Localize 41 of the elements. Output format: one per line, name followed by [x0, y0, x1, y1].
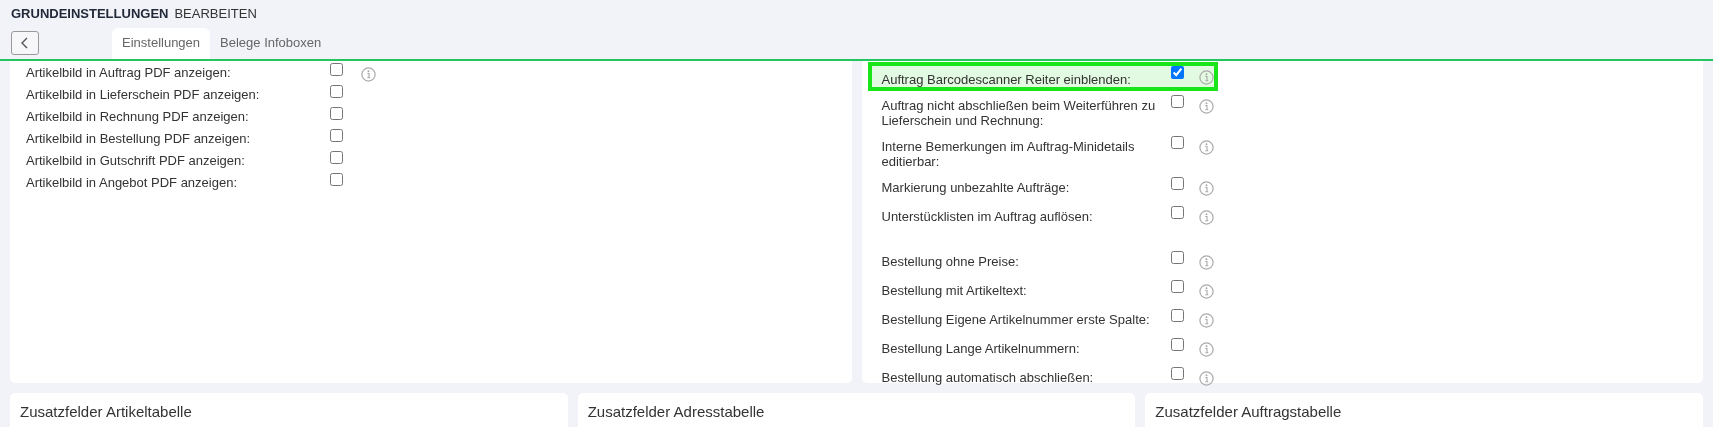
- setting-label: Bestellung mit Artikeltext:: [881, 282, 1028, 298]
- checkbox[interactable]: [1170, 367, 1184, 380]
- checkbox[interactable]: [330, 63, 343, 76]
- checkbox[interactable]: [330, 85, 343, 98]
- checkbox[interactable]: [1170, 309, 1184, 322]
- checkbox[interactable]: [1170, 177, 1184, 190]
- setting-label: Artikelbild in Gutschrift PDF anzeigen:: [26, 152, 246, 168]
- setting-label: Bestellung Lange Artikelnummern:: [881, 340, 1081, 356]
- setting-label: Artikelbild in Angebot PDF anzeigen:: [26, 174, 238, 190]
- checkbox[interactable]: [1170, 338, 1184, 351]
- setting-label: Bestellung ohne Preise:: [881, 253, 1020, 269]
- checkbox[interactable]: [1170, 95, 1184, 108]
- setting-label: Artikelbild in Bestellung PDF anzeigen:: [26, 130, 251, 146]
- tab[interactable]: Belege Infoboxen: [210, 28, 332, 59]
- page-subtitle: BEARBEITEN: [174, 6, 257, 21]
- setting-label: Markierung unbezahlte Aufträge:: [881, 179, 1071, 195]
- checkbox[interactable]: [330, 151, 343, 164]
- setting-label: Auftrag nicht abschließen beim Weiterführen zu Lieferschein und Rechnung:: [881, 97, 1157, 128]
- back-icon: [20, 36, 30, 50]
- card-title: Zusatzfelder Adresstabelle: [577, 393, 1136, 427]
- checkbox[interactable]: [330, 173, 343, 186]
- card-title: Zusatzfelder Auftragstabelle: [1145, 393, 1703, 427]
- checkbox[interactable]: [1170, 280, 1184, 293]
- setting-label: Interne Bemerkungen im Auftrag-Minidetails editierbar:: [881, 138, 1136, 169]
- setting-label: Artikelbild in Lieferschein PDF anzeigen:: [26, 86, 261, 102]
- checkbox[interactable]: [1170, 206, 1184, 219]
- setting-label: Artikelbild in Rechnung PDF anzeigen:: [26, 108, 250, 124]
- setting-label: Auftrag Barcodescanner Reiter einblenden:: [881, 71, 1132, 87]
- setting-label: Bestellung automatisch abschließen:: [881, 369, 1095, 385]
- setting-label: Artikelbild in Auftrag PDF anzeigen:: [26, 64, 232, 80]
- tab[interactable]: Einstellungen: [112, 28, 211, 59]
- setting-label: Bestellung Eigene Artikelnummer erste Spalte:: [881, 311, 1151, 327]
- setting-label: Unterstücklisten im Auftrag auflösen:: [881, 208, 1094, 224]
- checkbox[interactable]: [1170, 136, 1184, 149]
- checkbox[interactable]: [330, 107, 343, 120]
- card-title: Zusatzfelder Artikeltabelle: [10, 393, 568, 427]
- page-title: GRUNDEINSTELLUNGEN: [11, 6, 169, 21]
- checkbox[interactable]: [330, 129, 343, 142]
- back-button[interactable]: [11, 31, 39, 55]
- checkbox[interactable]: [1170, 66, 1184, 79]
- checkbox[interactable]: [1170, 251, 1184, 264]
